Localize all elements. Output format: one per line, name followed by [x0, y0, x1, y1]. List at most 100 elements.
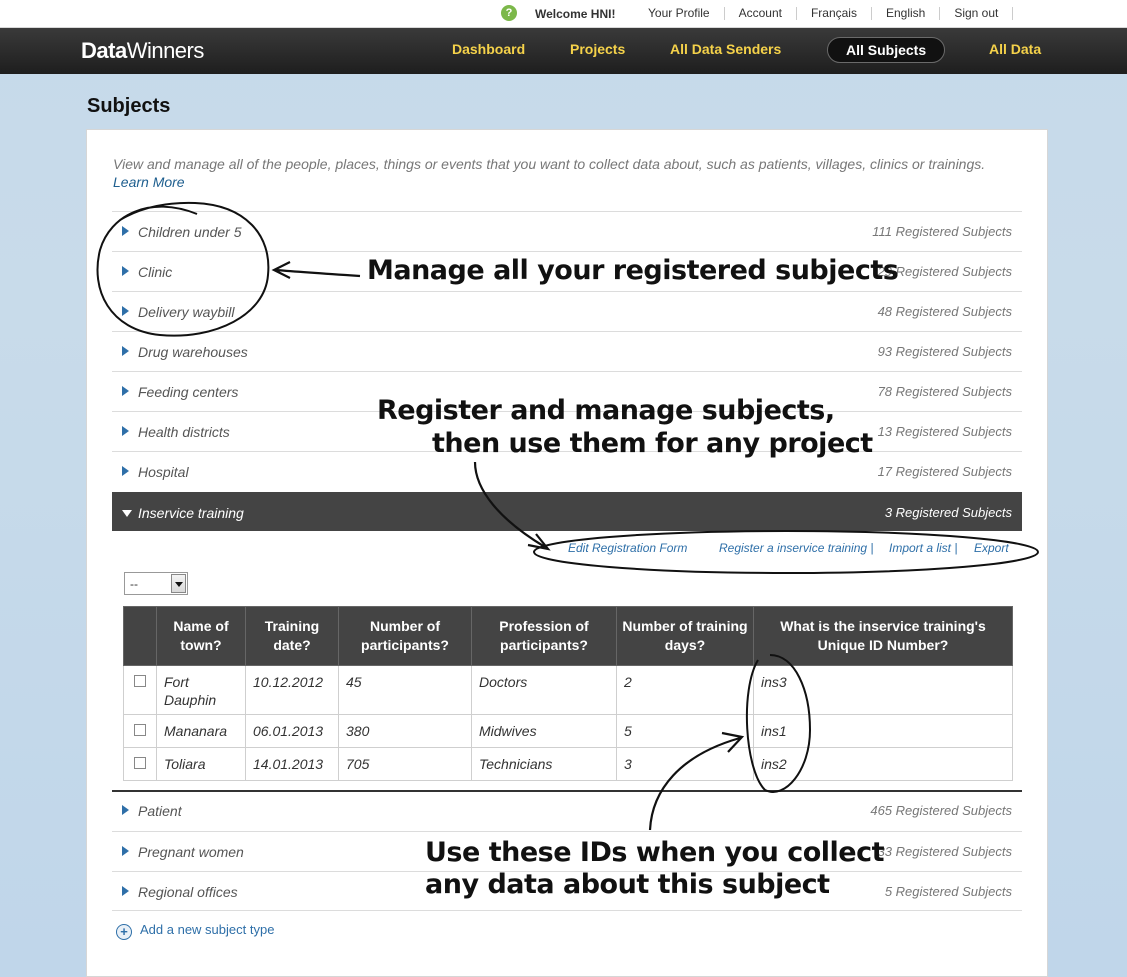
expand-icon	[122, 466, 129, 476]
welcome-text: Welcome HNI!	[535, 7, 616, 21]
subject-type-name: Hospital	[138, 464, 189, 480]
table-cell: 2	[616, 665, 754, 715]
column-header[interactable]: Number of training days?	[616, 606, 754, 666]
table-cell: Toliara	[156, 747, 246, 781]
row-checkbox[interactable]	[134, 724, 146, 736]
learn-more-link[interactable]: Learn More	[113, 174, 185, 190]
subject-type-row[interactable]: Drug warehouses 93 Registered Subjects	[112, 331, 1022, 371]
subject-count: 33 Registered Subjects	[877, 844, 1012, 859]
subject-count: 5 Registered Subjects	[884, 884, 1012, 899]
table-cell: 45	[338, 665, 472, 715]
subject-type-row-expanded[interactable]: Inservice training 3 Registered Subjects	[112, 492, 1022, 531]
row-checkbox[interactable]	[134, 675, 146, 687]
francais-link[interactable]: Français	[797, 7, 872, 20]
column-header[interactable]: What is the inservice training's Unique …	[753, 606, 1013, 666]
table-cell: 10.12.2012	[245, 665, 339, 715]
subject-type-name: Inservice training	[138, 505, 244, 521]
annotation-manage: Manage all your registered subjects	[367, 255, 899, 286]
column-header[interactable]: Number of participants?	[338, 606, 472, 666]
account-link[interactable]: Account	[725, 7, 797, 20]
table-cell: Mananara	[156, 714, 246, 748]
subject-type-name: Feeding centers	[138, 384, 239, 400]
expand-icon	[122, 266, 129, 276]
chevron-down-icon[interactable]	[171, 574, 186, 593]
subject-count: 78 Registered Subjects	[877, 384, 1012, 399]
table-row: Fort Dauphin 10.12.2012 45 Doctors 2 ins…	[123, 665, 1013, 715]
subject-count: 465 Registered Subjects	[870, 803, 1012, 818]
account-links: Your Profile Account Français English Si…	[634, 7, 1014, 20]
plus-icon: +	[116, 924, 132, 940]
nav-all-subjects[interactable]: All Subjects	[827, 37, 946, 63]
nav-all-data-senders[interactable]: All Data Senders	[670, 41, 781, 57]
subject-count: 17 Registered Subjects	[877, 464, 1012, 479]
subject-count: 111 Registered Subjects	[872, 224, 1012, 239]
row-checkbox-cell	[123, 714, 157, 748]
datawinners-logo[interactable]: DataWinners	[81, 38, 204, 64]
export-link[interactable]: Export	[974, 541, 1009, 555]
expand-icon	[122, 426, 129, 436]
annotation-register-1: Register and manage subjects,	[377, 395, 835, 426]
subject-type-name: Regional offices	[138, 884, 238, 900]
english-link[interactable]: English	[872, 7, 941, 20]
main-nav: DataWinners Dashboard Projects All Data …	[0, 28, 1127, 74]
register-subject-link[interactable]: Register a inservice training |	[719, 541, 874, 555]
your-profile-link[interactable]: Your Profile	[634, 7, 725, 20]
expand-icon	[122, 306, 129, 316]
subject-type-name: Drug warehouses	[138, 344, 248, 360]
expand-icon	[122, 346, 129, 356]
nav-projects[interactable]: Projects	[570, 41, 625, 57]
subject-count: 93 Registered Subjects	[877, 344, 1012, 359]
sign-out-link[interactable]: Sign out	[940, 7, 1014, 20]
subject-count: 48 Registered Subjects	[877, 304, 1012, 319]
table-header-row: Name of town? Training date? Number of p…	[123, 606, 1013, 666]
edit-registration-form-link[interactable]: Edit Registration Form	[568, 541, 687, 555]
column-header[interactable]: Name of town?	[156, 606, 246, 666]
add-subject-type-link[interactable]: + Add a new subject type	[116, 922, 274, 940]
subject-type-name: Health districts	[138, 424, 230, 440]
help-icon[interactable]: ?	[501, 5, 517, 21]
select-all-header	[123, 606, 157, 666]
subject-type-name: Patient	[138, 803, 182, 819]
subject-count: 3 Registered Subjects	[884, 505, 1012, 520]
row-checkbox-cell	[123, 665, 157, 715]
table-cell: ins3	[753, 665, 1013, 715]
expand-icon	[122, 846, 129, 856]
nav-dashboard[interactable]: Dashboard	[452, 41, 525, 57]
table-cell: 14.01.2013	[245, 747, 339, 781]
collapse-icon	[122, 510, 132, 517]
table-cell: ins2	[753, 747, 1013, 781]
table-cell: 380	[338, 714, 472, 748]
expand-icon	[122, 226, 129, 236]
table-row: Mananara 06.01.2013 380 Midwives 5 ins1	[123, 714, 1013, 748]
expand-icon	[122, 805, 129, 815]
nav-all-data[interactable]: All Data	[989, 41, 1041, 57]
subject-type-name: Delivery waybill	[138, 304, 235, 320]
table-cell: ins1	[753, 714, 1013, 748]
subjects-table: Name of town? Training date? Number of p…	[123, 606, 1013, 781]
subject-count: 13 Registered Subjects	[877, 424, 1012, 439]
subject-type-row[interactable]: Children under 5 111 Registered Subjects	[112, 211, 1022, 251]
import-list-link[interactable]: Import a list |	[889, 541, 957, 555]
table-cell: 3	[616, 747, 754, 781]
page-title: Subjects	[87, 95, 171, 117]
bulk-action-select[interactable]: --	[124, 572, 188, 595]
page-intro: View and manage all of the people, place…	[113, 155, 1023, 191]
table-cell: 705	[338, 747, 472, 781]
column-header[interactable]: Training date?	[245, 606, 339, 666]
top-bar: ? Welcome HNI! Your Profile Account Fran…	[0, 0, 1127, 28]
select-value: --	[130, 577, 138, 591]
table-cell: Midwives	[471, 714, 617, 748]
subject-type-row[interactable]: Patient 465 Registered Subjects	[112, 791, 1022, 831]
add-subject-type-label: Add a new subject type	[140, 922, 275, 937]
subject-type-row[interactable]: Delivery waybill 48 Registered Subjects	[112, 291, 1022, 331]
annotation-register-2: then use them for any project	[432, 428, 873, 459]
column-header[interactable]: Profession of participants?	[471, 606, 617, 666]
table-cell: 5	[616, 714, 754, 748]
annotation-ids-2: any data about this subject	[425, 869, 830, 900]
intro-text: View and manage all of the people, place…	[113, 156, 986, 172]
table-row: Toliara 14.01.2013 705 Technicians 3 ins…	[123, 747, 1013, 781]
subject-type-name: Clinic	[138, 264, 173, 280]
table-cell: Technicians	[471, 747, 617, 781]
table-cell: Doctors	[471, 665, 617, 715]
row-checkbox[interactable]	[134, 757, 146, 769]
